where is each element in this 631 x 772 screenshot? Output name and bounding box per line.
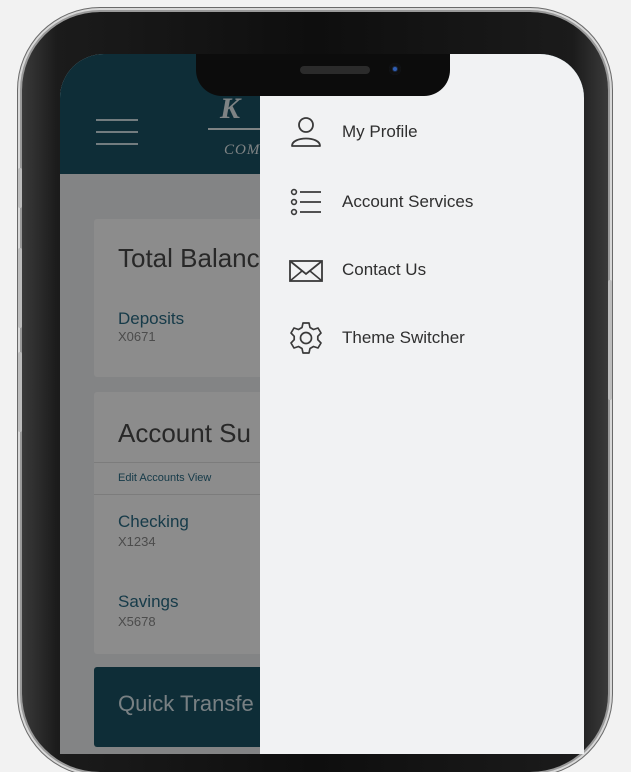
menu-item-contact-us[interactable]: Contact Us bbox=[288, 250, 568, 290]
user-icon bbox=[291, 117, 321, 147]
side-drawer-menu: My Profile Account Services Contact Us T… bbox=[260, 54, 584, 754]
mute-switch bbox=[18, 168, 22, 208]
menu-item-label: Account Services bbox=[342, 192, 474, 211]
phone-frame: K COM Total Balanc Deposits X0671 Accoun… bbox=[18, 12, 612, 772]
gear-icon bbox=[290, 322, 322, 354]
menu-item-label: Theme Switcher bbox=[342, 328, 465, 347]
menu-item-account-services[interactable]: Account Services bbox=[288, 182, 568, 222]
list-icon bbox=[290, 188, 321, 216]
menu-item-label: My Profile bbox=[342, 122, 418, 141]
phone-screen: K COM Total Balanc Deposits X0671 Accoun… bbox=[60, 54, 584, 754]
speaker-grille bbox=[300, 66, 370, 74]
envelope-icon bbox=[289, 260, 323, 282]
front-camera bbox=[389, 63, 401, 75]
menu-item-theme-switcher[interactable]: Theme Switcher bbox=[288, 318, 568, 358]
volume-down-button bbox=[18, 352, 22, 432]
menu-item-my-profile[interactable]: My Profile bbox=[288, 112, 568, 152]
volume-up-button bbox=[18, 248, 22, 328]
menu-item-label: Contact Us bbox=[342, 260, 427, 279]
power-button bbox=[608, 280, 612, 400]
notch bbox=[196, 54, 450, 96]
